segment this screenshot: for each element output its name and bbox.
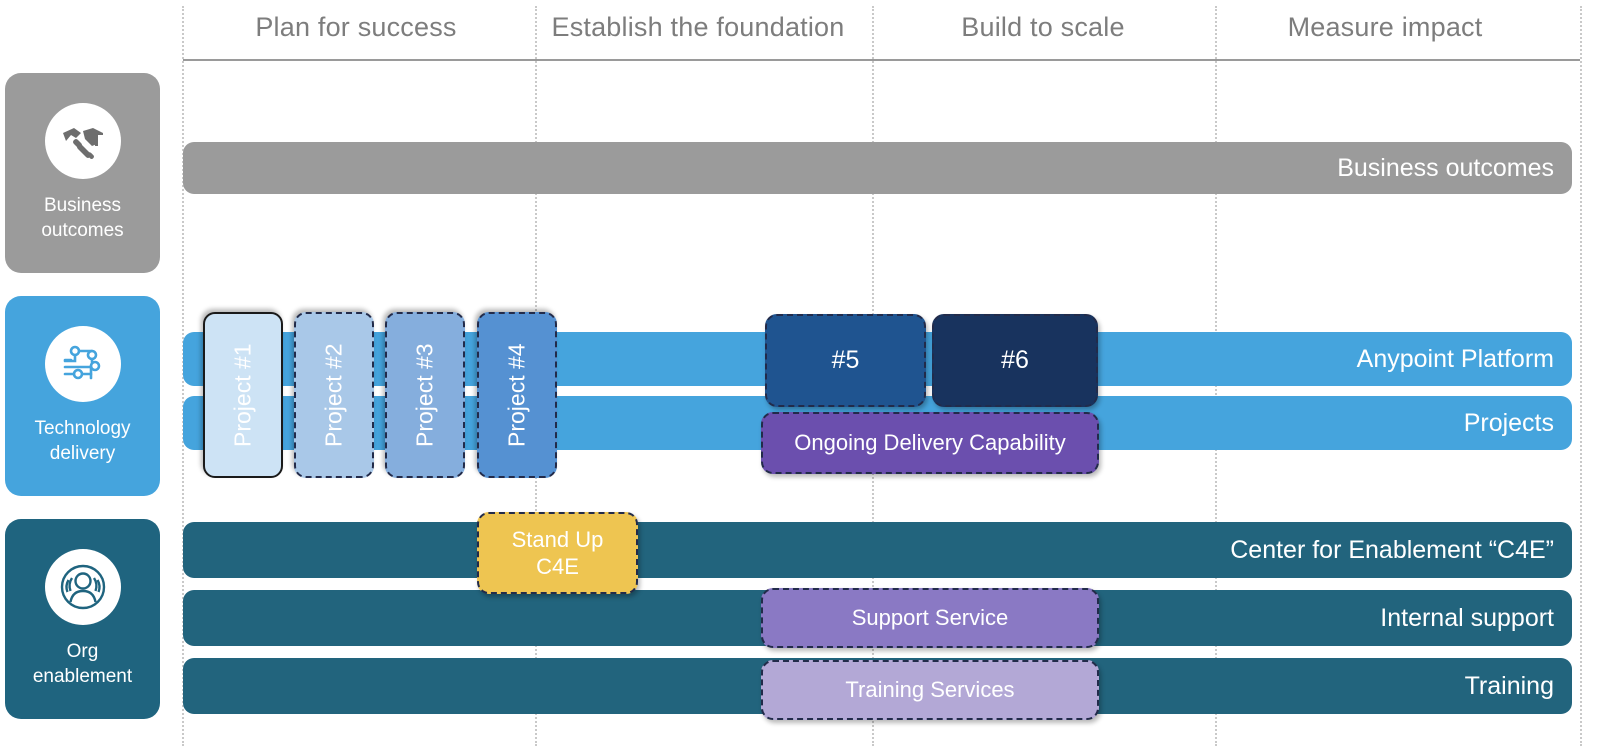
ongoing-delivery-capability-box[interactable]: Ongoing Delivery Capability [761,412,1099,474]
training-services-box[interactable]: Training Services [761,660,1099,720]
roadmap-diagram: Plan for success Establish the foundation… [0,0,1600,753]
project-3-box[interactable]: Project #3 [385,312,465,478]
stand-up-c4e-box[interactable]: Stand Up C4E [477,512,638,594]
project-6-box[interactable]: #6 [932,314,1098,407]
circuit-icon [44,326,121,402]
sidebar-card-2[interactable]: Org enablement [5,519,160,719]
handshake-icon [44,103,121,179]
phase-label-2: Build to scale [961,12,1125,42]
phase-divider-4 [1580,6,1582,746]
sidebar-card-label: Org enablement [32,641,133,687]
header-rule [183,59,1580,61]
phase-label-1: Establish the foundation [551,12,845,42]
phase-label-0: Plan for success [255,12,457,42]
sidebar-card-0[interactable]: Business outcomes [5,73,160,273]
support-service-box[interactable]: Support Service [761,588,1099,648]
sidebar-card-label: Technology delivery [34,418,131,464]
sidebar-card-label: Business outcomes [41,195,124,241]
lane-business-outcomes[interactable]: Business outcomes [183,142,1572,194]
project-4-box[interactable]: Project #4 [477,312,557,478]
lane-c4e[interactable]: Center for Enablement “C4E” [183,522,1572,578]
project-5-box[interactable]: #5 [765,314,926,407]
phase-label-3: Measure impact [1287,12,1483,42]
people-icon [44,549,121,625]
project-1-box[interactable]: Project #1 [203,312,283,478]
project-2-box[interactable]: Project #2 [294,312,374,478]
sidebar-card-1[interactable]: Technology delivery [5,296,160,496]
